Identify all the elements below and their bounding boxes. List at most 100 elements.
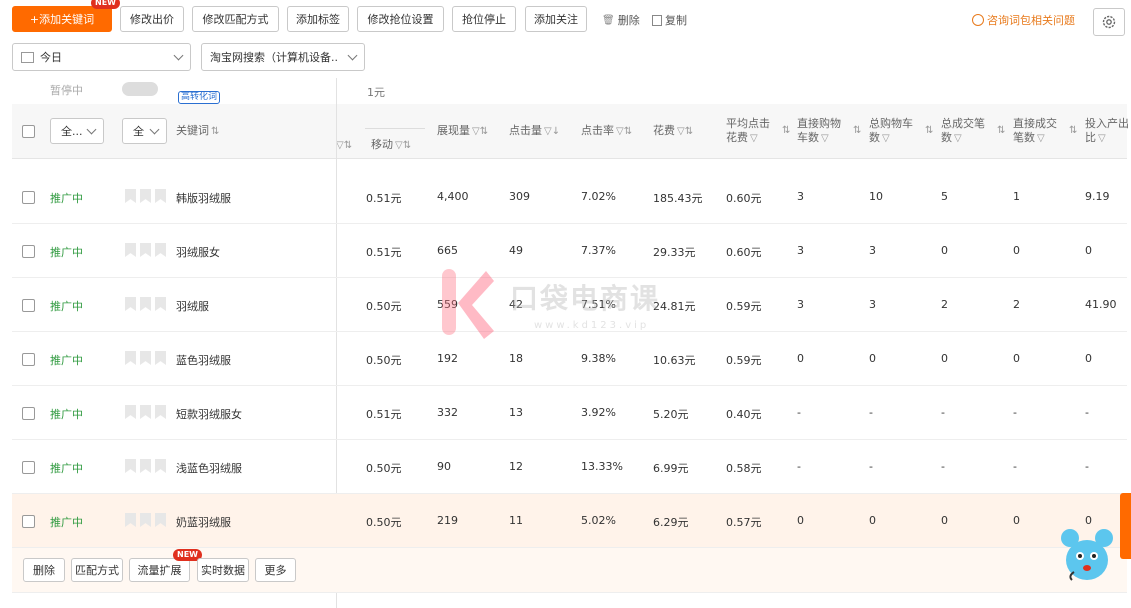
row-flags[interactable]	[125, 243, 170, 260]
flag-icon[interactable]	[125, 297, 136, 311]
sort-icon[interactable]: ⇅	[925, 124, 933, 138]
row-flags[interactable]	[125, 297, 170, 314]
flag-icon[interactable]	[125, 513, 136, 527]
filter-icon[interactable]: ▽	[1098, 133, 1106, 144]
ctr-column-header[interactable]: 点击率 ▽⇅	[581, 124, 632, 139]
modify-rank-button[interactable]: 修改抢位设置	[357, 6, 444, 32]
sort-icon[interactable]: ⇅	[997, 124, 1005, 138]
add-tag-button[interactable]: 添加标签	[287, 6, 349, 32]
filter-sort-icon[interactable]: ▽⇅	[336, 140, 352, 151]
sort-icon[interactable]: ⇅	[853, 124, 861, 138]
clicks-column-header[interactable]: 点击量 ▽↓	[509, 124, 560, 139]
flag-icon[interactable]	[140, 351, 151, 365]
flag-icon[interactable]	[125, 243, 136, 257]
copy-link[interactable]: 复制	[652, 12, 687, 28]
filter-icon[interactable]: ▽	[1037, 133, 1045, 144]
direct-orders-column-header[interactable]: 直接成交笔数 ▽	[1013, 117, 1059, 146]
row-checkbox[interactable]	[22, 461, 35, 474]
status-filter-select[interactable]: 全...	[50, 118, 104, 144]
more-button[interactable]: 更多	[255, 558, 296, 582]
flag-icon[interactable]	[125, 189, 136, 203]
table-row[interactable]: 推广中 奶蓝羽绒服 0.50元 219 11 5.02% 6.29元 0.57元…	[12, 494, 1127, 548]
roi-column-header[interactable]: 投入产出比 ▽	[1085, 117, 1129, 146]
impressions-column-header[interactable]: 展现量 ▽⇅	[437, 124, 488, 139]
flag-icon[interactable]	[140, 243, 151, 257]
row-mobile-bid[interactable]: 0.50元	[366, 298, 402, 314]
avg-cpc-column-header[interactable]: 平均点击花费 ▽	[726, 117, 772, 146]
table-row[interactable]: 推广中 蓝色羽绒服 0.50元 192 18 9.38% 10.63元 0.59…	[12, 332, 1127, 386]
sort-icon[interactable]: ⇅	[211, 126, 219, 137]
flag-icon[interactable]	[155, 459, 166, 473]
bulk-match-button[interactable]: 匹配方式	[71, 558, 123, 582]
filter-sort-icon[interactable]: ▽⇅	[472, 126, 488, 137]
add-follow-button[interactable]: 添加关注	[525, 6, 587, 32]
row-checkbox[interactable]	[22, 245, 35, 258]
row-checkbox[interactable]	[22, 299, 35, 312]
total-cart-column-header[interactable]: 总购物车数 ▽	[869, 117, 915, 146]
direct-cart-column-header[interactable]: 直接购物车数 ▽	[797, 117, 843, 146]
filter-sort-desc-icon[interactable]: ▽↓	[544, 126, 560, 137]
row-checkbox[interactable]	[22, 515, 35, 528]
total-orders-column-header[interactable]: 总成交笔数 ▽	[941, 117, 987, 146]
flag-icon[interactable]	[155, 405, 166, 419]
flag-icon[interactable]	[155, 243, 166, 257]
filter-sort-icon[interactable]: ▽⇅	[616, 126, 632, 137]
flag-icon[interactable]	[140, 513, 151, 527]
mobile-column-header[interactable]: 移动 ▽⇅	[371, 138, 411, 153]
flag-icon[interactable]	[140, 459, 151, 473]
filter-icon[interactable]: ▽	[750, 133, 758, 144]
consult-link[interactable]: 咨询词包相关问题	[972, 12, 1075, 28]
flag-icon[interactable]	[155, 297, 166, 311]
flag-icon[interactable]	[125, 351, 136, 365]
table-row[interactable]: 推广中 羽绒服 0.50元 559 42 7.51% 24.81元 0.59元 …	[12, 278, 1127, 332]
sort-icon[interactable]: ⇅	[1069, 124, 1077, 138]
filter-sort-icon[interactable]: ▽⇅	[395, 140, 411, 151]
flag-icon[interactable]	[155, 189, 166, 203]
flag-icon[interactable]	[140, 405, 151, 419]
filter-icon[interactable]: ▽	[882, 133, 890, 144]
toggle-switch[interactable]	[122, 82, 158, 96]
add-keyword-button[interactable]: +添加关键词	[12, 6, 112, 32]
type-filter-select[interactable]: 全	[122, 118, 167, 144]
assistant-mascot[interactable]	[1060, 524, 1114, 584]
flag-icon[interactable]	[140, 297, 151, 311]
traffic-expand-button[interactable]: 流量扩展	[129, 558, 190, 582]
flag-icon[interactable]	[125, 459, 136, 473]
table-row[interactable]: 推广中 韩版羽绒服 0.51元 4,400 309 7.02% 185.43元 …	[12, 170, 1127, 224]
bulk-delete-button[interactable]: 删除	[23, 558, 65, 582]
side-floating-tab[interactable]	[1120, 493, 1131, 559]
select-all-checkbox[interactable]	[22, 125, 35, 138]
sort-icon[interactable]: ⇅	[782, 124, 790, 138]
keyword-column-header[interactable]: 关键词 ⇅	[176, 124, 219, 139]
row-checkbox[interactable]	[22, 407, 35, 420]
realtime-data-button[interactable]: 实时数据	[197, 558, 249, 582]
flag-icon[interactable]	[125, 405, 136, 419]
modify-bid-button[interactable]: 修改出价	[120, 6, 184, 32]
settings-button[interactable]	[1093, 8, 1125, 36]
modify-match-button[interactable]: 修改匹配方式	[192, 6, 279, 32]
row-flags[interactable]	[125, 513, 170, 530]
date-select[interactable]: 今日	[12, 43, 191, 71]
row-checkbox[interactable]	[22, 191, 35, 204]
flag-icon[interactable]	[155, 513, 166, 527]
row-mobile-bid[interactable]: 0.50元	[366, 352, 402, 368]
table-row[interactable]: 推广中 羽绒服女 0.51元 665 49 7.37% 29.33元 0.60元…	[12, 224, 1127, 278]
row-mobile-bid[interactable]: 0.50元	[366, 460, 402, 476]
row-flags[interactable]	[125, 405, 170, 422]
flag-icon[interactable]	[155, 351, 166, 365]
filter-sort-icon[interactable]: ▽⇅	[677, 126, 693, 137]
row-mobile-bid[interactable]: 0.51元	[366, 406, 402, 422]
row-checkbox[interactable]	[22, 353, 35, 366]
row-mobile-bid[interactable]: 0.50元	[366, 514, 402, 530]
row-flags[interactable]	[125, 459, 170, 476]
filter-icon[interactable]: ▽	[954, 133, 962, 144]
delete-link[interactable]: 🗑 删除	[602, 12, 640, 28]
filter-icon[interactable]: ▽	[821, 133, 829, 144]
cost-column-header[interactable]: 花费 ▽⇅	[653, 124, 693, 139]
row-flags[interactable]	[125, 351, 170, 368]
flag-icon[interactable]	[140, 189, 151, 203]
table-row[interactable]: 推广中 浅蓝色羽绒服 0.50元 90 12 13.33% 6.99元 0.58…	[12, 440, 1127, 494]
row-mobile-bid[interactable]: 0.51元	[366, 244, 402, 260]
row-flags[interactable]	[125, 189, 170, 206]
stop-rank-button[interactable]: 抢位停止	[452, 6, 516, 32]
